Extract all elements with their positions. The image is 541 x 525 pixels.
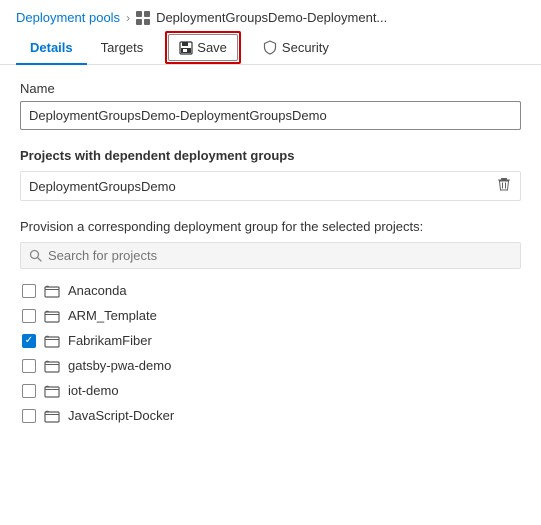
list-item: JavaScript-Docker <box>20 404 521 427</box>
project-checkbox-gatsby[interactable] <box>22 359 36 373</box>
list-item-fabrikamfiber: FabrikamFiber <box>20 329 521 352</box>
project-name: ARM_Template <box>68 308 157 323</box>
name-input[interactable] <box>20 101 521 130</box>
project-icon <box>44 384 60 398</box>
search-box[interactable] <box>20 242 521 269</box>
search-icon <box>29 249 42 262</box>
project-name: iot-demo <box>68 383 119 398</box>
project-checkbox-fabrikamfiber[interactable] <box>22 334 36 348</box>
search-input[interactable] <box>48 248 512 263</box>
name-label: Name <box>20 81 521 96</box>
list-item: gatsby-pwa-demo <box>20 354 521 377</box>
project-icon <box>44 309 60 323</box>
save-button-wrapper: Save <box>165 31 241 64</box>
project-checkbox-javascript-docker[interactable] <box>22 409 36 423</box>
tab-security[interactable]: Security <box>249 32 343 65</box>
breadcrumb-link[interactable]: Deployment pools <box>16 10 120 25</box>
deployment-group-icon <box>136 11 152 25</box>
list-item: iot-demo <box>20 379 521 402</box>
save-button-label: Save <box>197 40 227 55</box>
name-field-group: Name <box>20 81 521 130</box>
dependent-project-row: DeploymentGroupsDemo <box>20 171 521 201</box>
provision-label: Provision a corresponding deployment gro… <box>20 219 521 234</box>
project-icon <box>44 334 60 348</box>
tab-security-label: Security <box>282 40 329 55</box>
save-button[interactable]: Save <box>168 34 238 61</box>
trash-icon <box>496 176 512 192</box>
project-checkbox-anaconda[interactable] <box>22 284 36 298</box>
dependent-project-name: DeploymentGroupsDemo <box>29 179 176 194</box>
list-item: ARM_Template <box>20 304 521 327</box>
project-checkbox-arm-template[interactable] <box>22 309 36 323</box>
project-name: JavaScript-Docker <box>68 408 174 423</box>
breadcrumb-current-label: DeploymentGroupsDemo-Deployment... <box>156 10 387 25</box>
project-icon <box>44 409 60 423</box>
breadcrumb-separator: › <box>126 11 130 25</box>
project-list: Anaconda ARM_Template FabrikamFiber <box>20 279 521 427</box>
tabs-bar: Details Targets Save Security <box>0 31 541 65</box>
project-icon <box>44 359 60 373</box>
breadcrumb-current: DeploymentGroupsDemo-Deployment... <box>136 10 387 25</box>
tab-targets[interactable]: Targets <box>87 32 158 65</box>
tab-details[interactable]: Details <box>16 32 87 65</box>
project-name: gatsby-pwa-demo <box>68 358 171 373</box>
project-checkbox-iot-demo[interactable] <box>22 384 36 398</box>
breadcrumb: Deployment pools › DeploymentGroupsDemo-… <box>0 0 541 31</box>
shield-icon <box>263 40 277 55</box>
dependent-groups-title: Projects with dependent deployment group… <box>20 148 521 163</box>
project-name: Anaconda <box>68 283 127 298</box>
project-icon <box>44 284 60 298</box>
project-name: FabrikamFiber <box>68 333 152 348</box>
delete-project-button[interactable] <box>496 176 512 196</box>
main-content: Name Projects with dependent deployment … <box>0 65 541 443</box>
list-item: Anaconda <box>20 279 521 302</box>
save-icon <box>179 41 193 55</box>
